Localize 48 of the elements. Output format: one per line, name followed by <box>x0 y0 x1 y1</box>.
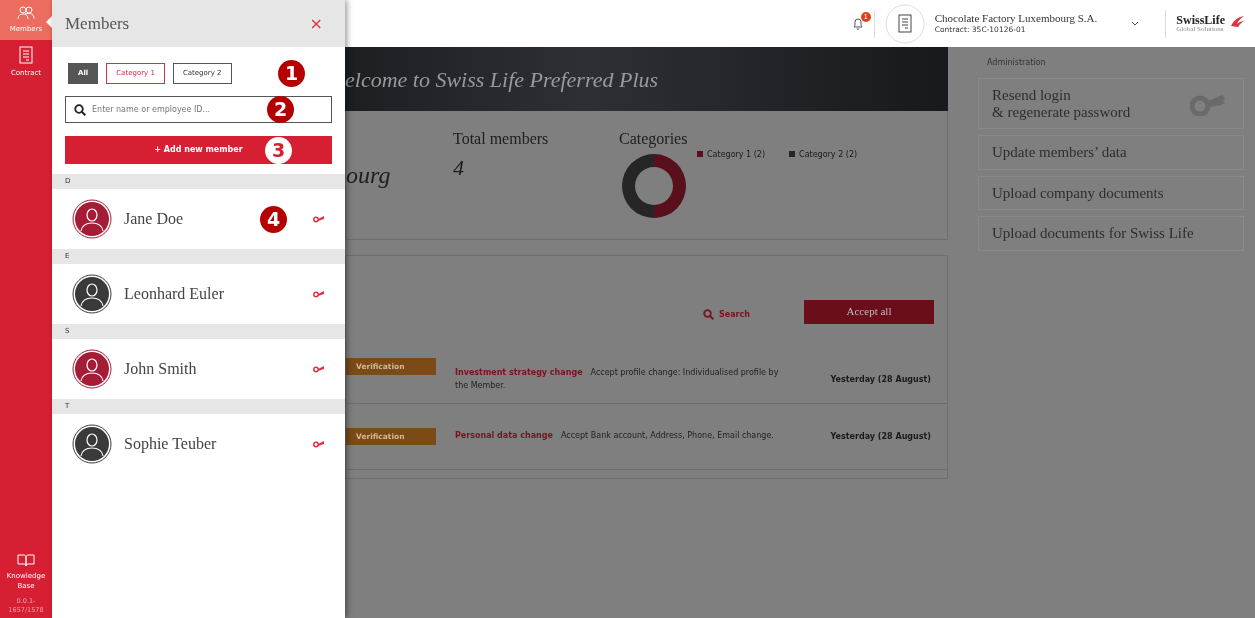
legend-swatch <box>789 151 796 157</box>
section-heading: Administration <box>986 57 1047 69</box>
search-icon <box>74 104 86 116</box>
document-icon <box>19 45 33 64</box>
admin-action-button[interactable]: Upload company documents <box>978 175 1244 210</box>
caret-icon <box>1131 20 1140 27</box>
stat-label: Categories <box>619 129 689 150</box>
callout-marker: 1 <box>278 60 305 87</box>
member-name: Jane Doe <box>124 209 185 229</box>
logo-icon <box>1229 14 1245 28</box>
company-title: ourg <box>346 161 392 190</box>
bell-icon <box>851 16 864 30</box>
banner-title: elcome to Swiss Life Preferred Plus <box>345 65 659 94</box>
task-link[interactable]: Personal data change <box>455 431 553 441</box>
legend-swatch <box>697 151 703 157</box>
admin-action-button[interactable]: Resend login & regenerate password <box>978 78 1244 129</box>
member-name: Sophie Teuber <box>124 434 218 455</box>
stat-label: Total members <box>453 129 550 149</box>
legend-label: Category 2 (2) <box>799 149 858 161</box>
search-icon <box>703 309 715 320</box>
key-icon <box>313 215 325 223</box>
company-name: Chocolate Factory Luxembourg S.A. <box>934 11 1098 24</box>
key-icon <box>313 365 325 373</box>
task-description: Investment strategy change Accept profile change: Individualised profile by the Member. <box>455 366 780 392</box>
search-link[interactable]: Search <box>697 307 756 322</box>
book-icon <box>17 552 35 567</box>
donut-slice <box>654 154 686 218</box>
member-name: Leonhard Euler <box>124 284 225 304</box>
admin-action-button[interactable]: Upload documents for Swiss Life <box>978 216 1244 251</box>
stat-value: 4 <box>453 154 465 182</box>
drawer-title: Members <box>65 12 130 35</box>
document-icon <box>884 3 925 44</box>
key-icon <box>313 440 325 448</box>
task-date: Yesterday (28 August) <box>830 430 931 443</box>
notifications-button[interactable] <box>851 16 864 31</box>
close-button[interactable]: × <box>305 11 327 36</box>
task-date: Yesterday (28 August) <box>830 373 931 386</box>
admin-action-button[interactable]: Update members’ data <box>978 135 1244 170</box>
donut-slice <box>622 154 654 218</box>
legend-label: Category 1 (2) <box>707 149 766 161</box>
people-icon <box>17 6 35 20</box>
accept-all-button[interactable]: Accept all <box>804 299 934 324</box>
task-description: Personal data change Accept Bank account, Address, Phone, Email change. <box>455 430 775 443</box>
callout-marker: 4 <box>260 205 287 233</box>
task-link[interactable]: Investment strategy change <box>455 367 583 377</box>
member-name: John Smith <box>124 359 198 379</box>
logo-name: SwissLife <box>1176 14 1225 26</box>
key-icon <box>313 290 325 298</box>
